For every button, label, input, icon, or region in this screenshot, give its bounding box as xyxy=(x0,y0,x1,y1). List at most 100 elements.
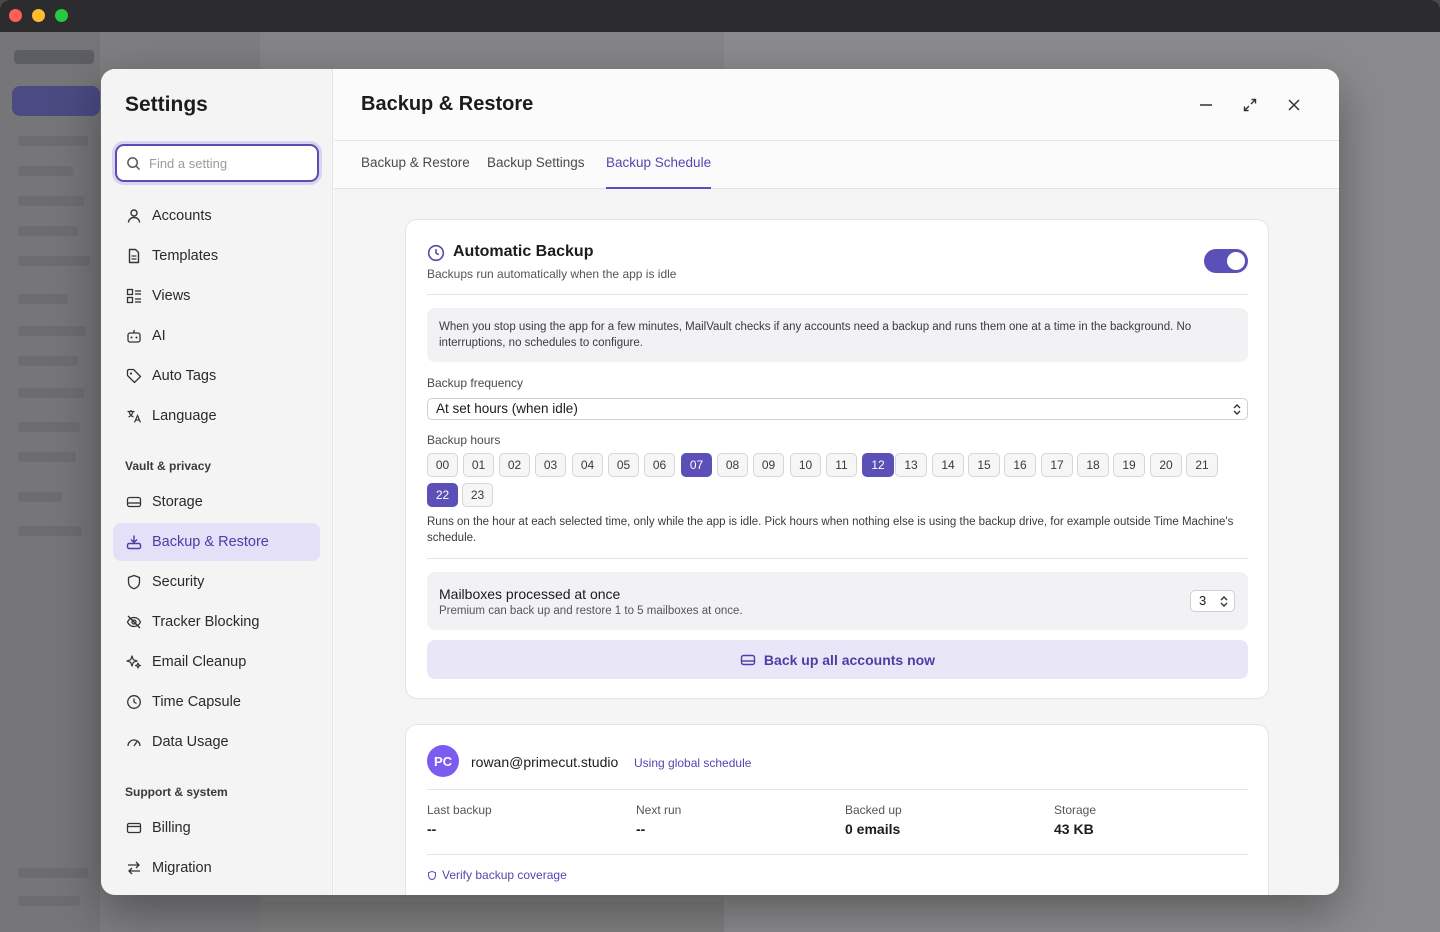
hour-chip-02[interactable]: 02 xyxy=(499,453,530,477)
updown-chevron-icon xyxy=(1233,404,1241,415)
hour-chip-23[interactable]: 23 xyxy=(462,483,493,507)
hour-chip-08[interactable]: 08 xyxy=(717,453,748,477)
tag-icon xyxy=(125,367,143,385)
user-icon xyxy=(125,207,143,225)
hour-chip-07[interactable]: 07 xyxy=(681,453,712,477)
stat-value: -- xyxy=(427,821,437,837)
mailboxes-value: 3 xyxy=(1199,593,1207,608)
frequency-label: Backup frequency xyxy=(427,376,524,390)
sidebar-item-tracker-blocking[interactable]: Tracker Blocking xyxy=(113,603,320,641)
hour-chip-17[interactable]: 17 xyxy=(1041,453,1073,477)
hour-chip-14[interactable]: 14 xyxy=(932,453,964,477)
shield-icon xyxy=(428,870,436,880)
settings-main: Backup & Restore Backup & Restore Backup… xyxy=(334,69,1339,895)
hour-chip-03[interactable]: 03 xyxy=(535,453,566,477)
sidebar-item-label: Templates xyxy=(152,248,219,264)
account-email: rowan@primecut.studio xyxy=(471,754,619,770)
updown-chevron-icon xyxy=(1220,596,1228,607)
sidebar-item-auto-tags[interactable]: Auto Tags xyxy=(113,357,320,395)
frequency-select[interactable]: At set hours (when idle) xyxy=(427,398,1248,420)
arrows-icon xyxy=(125,859,143,877)
automatic-backup-card: Automatic Backup Backups run automatical… xyxy=(405,219,1269,699)
window-titlebar xyxy=(0,0,1440,32)
automatic-backup-toggle[interactable] xyxy=(1204,249,1248,273)
stat-label: Next run xyxy=(636,803,682,817)
sidebar-item-migration[interactable]: Migration xyxy=(113,849,320,887)
settings-search[interactable] xyxy=(115,144,319,182)
sidebar-item-accounts[interactable]: Accounts xyxy=(113,197,320,235)
download-icon xyxy=(125,533,143,551)
sidebar-item-views[interactable]: Views xyxy=(113,277,320,315)
clock-icon xyxy=(427,244,445,262)
sidebar-item-email-cleanup[interactable]: Email Cleanup xyxy=(113,643,320,681)
hour-chip-12[interactable]: 12 xyxy=(862,453,894,477)
hour-chip-11[interactable]: 11 xyxy=(826,453,857,477)
sidebar-item-label: Views xyxy=(152,288,191,304)
hour-chip-01[interactable]: 01 xyxy=(463,453,494,477)
account-card: PC rowan@primecut.studio Using global sc… xyxy=(405,724,1269,895)
stat-label: Backed up xyxy=(845,803,902,817)
info-box: When you stop using the app for a few mi… xyxy=(427,308,1248,362)
hour-chip-19[interactable]: 19 xyxy=(1113,453,1145,477)
expand-icon xyxy=(1243,98,1257,112)
clock-icon xyxy=(125,693,143,711)
search-input[interactable] xyxy=(149,153,313,173)
sidebar-item-templates[interactable]: Templates xyxy=(113,237,320,275)
hour-chip-00[interactable]: 00 xyxy=(427,453,458,477)
tab-backup-restore[interactable]: Backup & Restore xyxy=(361,155,470,189)
sidebar-item-label: Backup & Restore xyxy=(152,534,269,550)
expand-button[interactable] xyxy=(1238,93,1262,117)
hour-chip-18[interactable]: 18 xyxy=(1077,453,1109,477)
sidebar-item-label: Tracker Blocking xyxy=(152,614,260,630)
sidebar-item-time-capsule[interactable]: Time Capsule xyxy=(113,683,320,721)
hour-chip-04[interactable]: 04 xyxy=(572,453,603,477)
sidebar-item-ai[interactable]: AI xyxy=(113,317,320,355)
sidebar-item-label: Billing xyxy=(152,820,191,836)
hour-chip-20[interactable]: 20 xyxy=(1150,453,1182,477)
sidebar-item-language[interactable]: Language xyxy=(113,397,320,435)
section-support-system: Support & system xyxy=(125,785,228,799)
sidebar-item-data-usage[interactable]: Data Usage xyxy=(113,723,320,761)
verify-coverage-link[interactable]: Verify backup coverage xyxy=(427,868,567,882)
close-button[interactable] xyxy=(1282,93,1306,117)
hour-chip-09[interactable]: 09 xyxy=(753,453,784,477)
sidebar-item-security[interactable]: Security xyxy=(113,563,320,601)
drive-icon xyxy=(125,493,143,511)
eye-off-icon xyxy=(125,613,143,631)
stat-value: 0 emails xyxy=(845,821,901,837)
close-window-button[interactable] xyxy=(9,9,22,22)
mailboxes-stepper[interactable]: 3 xyxy=(1190,590,1235,612)
minimize-window-button[interactable] xyxy=(32,9,45,22)
hour-chip-06[interactable]: 06 xyxy=(644,453,675,477)
robot-icon xyxy=(125,327,143,345)
sidebar-item-label: Security xyxy=(152,574,205,590)
tab-backup-settings[interactable]: Backup Settings xyxy=(487,155,585,189)
schedule-tag[interactable]: Using global schedule xyxy=(634,756,751,770)
divider xyxy=(427,854,1248,855)
hour-chip-16[interactable]: 16 xyxy=(1004,453,1036,477)
tab-backup-schedule[interactable]: Backup Schedule xyxy=(606,155,712,189)
backup-all-button[interactable]: Back up all accounts now xyxy=(427,640,1248,679)
frequency-value: At set hours (when idle) xyxy=(436,401,578,416)
minimize-button[interactable] xyxy=(1194,93,1218,117)
settings-modal: Settings Accounts Templates Views AI xyxy=(101,69,1339,895)
hour-chip-13[interactable]: 13 xyxy=(895,453,927,477)
sidebar-item-label: Accounts xyxy=(152,208,212,224)
sidebar-item-label: Storage xyxy=(152,494,203,510)
sidebar-item-label: Auto Tags xyxy=(152,368,217,384)
hour-chip-05[interactable]: 05 xyxy=(608,453,639,477)
page-title: Backup & Restore xyxy=(361,93,534,115)
zoom-window-button[interactable] xyxy=(55,9,68,22)
hour-chip-21[interactable]: 21 xyxy=(1186,453,1218,477)
divider xyxy=(427,789,1248,790)
main-header: Backup & Restore xyxy=(334,69,1339,141)
sidebar-item-billing[interactable]: Billing xyxy=(113,809,320,847)
hour-chip-10[interactable]: 10 xyxy=(790,453,821,477)
hour-chip-15[interactable]: 15 xyxy=(968,453,1000,477)
tab-bar: Backup & Restore Backup Settings Backup … xyxy=(334,141,1339,189)
mailboxes-subtitle: Premium can back up and restore 1 to 5 m… xyxy=(439,605,743,617)
avatar: PC xyxy=(427,745,459,777)
sidebar-item-backup-restore[interactable]: Backup & Restore xyxy=(113,523,320,561)
hour-chip-22[interactable]: 22 xyxy=(427,483,458,507)
sidebar-item-storage[interactable]: Storage xyxy=(113,483,320,521)
